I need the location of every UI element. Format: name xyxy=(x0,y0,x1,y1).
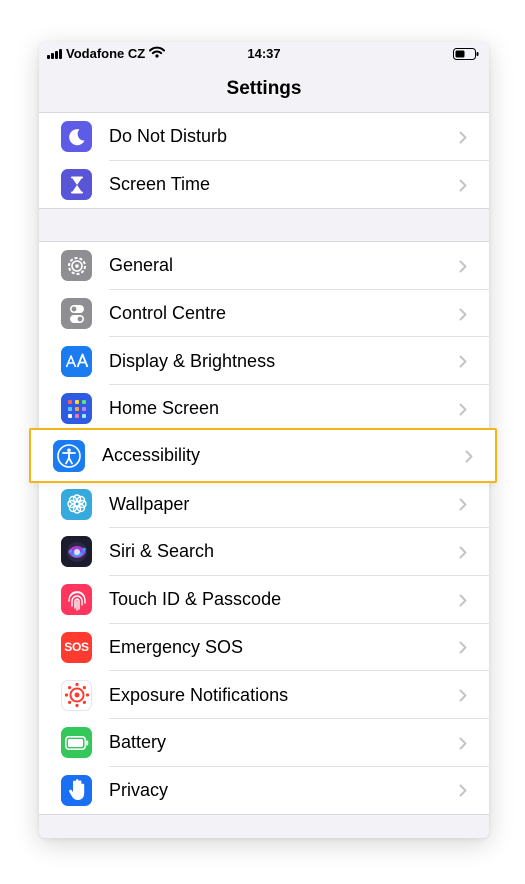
chevron-right-icon xyxy=(459,498,467,511)
sos-icon: SOS xyxy=(61,631,92,663)
chevron-right-icon xyxy=(459,131,467,144)
chevron-right-icon xyxy=(459,641,467,654)
text-size-icon xyxy=(61,345,92,377)
chevron-right-icon xyxy=(459,355,467,368)
row-label: Do Not Disturb xyxy=(109,126,228,147)
row-label: Home Screen xyxy=(109,398,220,419)
settings-group-focus: Do Not Disturb Screen Time xyxy=(39,112,489,210)
row-label: Privacy xyxy=(109,779,169,800)
chevron-right-icon xyxy=(459,179,467,192)
battery-indicator-icon xyxy=(453,48,479,63)
row-label: Emergency SOS xyxy=(109,636,244,657)
settings-row-do-not-disturb[interactable]: Do Not Disturb xyxy=(39,113,489,161)
row-label: Touch ID & Passcode xyxy=(109,589,282,610)
battery-icon xyxy=(61,727,92,759)
sos-icon-text: SOS xyxy=(64,640,89,655)
gear-icon xyxy=(61,250,92,282)
chevron-right-icon xyxy=(459,594,467,607)
settings-row-battery[interactable]: Battery xyxy=(39,719,489,767)
toggles-icon xyxy=(61,298,92,330)
row-label: Display & Brightness xyxy=(109,350,276,371)
settings-row-home-screen[interactable]: Home Screen xyxy=(39,385,489,433)
clock: 14:37 xyxy=(247,46,281,61)
row-label: Accessibility xyxy=(102,445,201,465)
settings-row-display-brightness[interactable]: Display & Brightness xyxy=(39,337,489,386)
chevron-right-icon xyxy=(459,403,467,416)
settings-row-emergency-sos[interactable]: SOS Emergency SOS xyxy=(39,624,489,672)
settings-row-exposure-notifications[interactable]: Exposure Notifications xyxy=(39,671,489,719)
row-label: Wallpaper xyxy=(109,493,190,514)
siri-icon xyxy=(61,536,92,568)
settings-row-touch-id-passcode[interactable]: Touch ID & Passcode xyxy=(39,576,489,624)
hourglass-icon xyxy=(61,169,92,201)
chevron-right-icon xyxy=(459,737,467,750)
exposure-icon xyxy=(61,679,92,711)
settings-row-privacy[interactable]: Privacy xyxy=(39,767,489,815)
row-label: Siri & Search xyxy=(109,541,215,562)
row-label: Screen Time xyxy=(109,174,211,195)
chevron-right-icon xyxy=(459,308,467,321)
settings-row-screen-time[interactable]: Screen Time xyxy=(39,161,489,209)
fingerprint-icon xyxy=(61,584,92,616)
chevron-right-icon xyxy=(465,450,473,463)
chevron-right-icon xyxy=(459,784,467,797)
hand-icon xyxy=(61,774,92,806)
settings-row-siri-search[interactable]: Siri & Search xyxy=(39,528,489,576)
settings-row-general[interactable]: General xyxy=(39,242,489,290)
settings-row-control-centre[interactable]: Control Centre xyxy=(39,290,489,338)
settings-group-general: General Control Centre Display & Brightn… xyxy=(39,241,489,816)
row-label: Control Centre xyxy=(109,303,227,324)
row-label: Exposure Notifications xyxy=(109,684,289,705)
row-label: Battery xyxy=(109,732,167,753)
settings-row-wallpaper[interactable]: Wallpaper xyxy=(39,480,489,529)
settings-row-accessibility[interactable]: Accessibility xyxy=(29,428,497,483)
status-bar: Vodafone CZ 14:37 xyxy=(39,42,489,66)
flower-icon xyxy=(61,488,92,520)
app-grid-icon xyxy=(61,393,92,425)
row-label: General xyxy=(109,255,174,276)
chevron-right-icon xyxy=(459,546,467,559)
chevron-right-icon xyxy=(459,260,467,273)
page-title: Settings xyxy=(226,78,302,99)
moon-icon xyxy=(61,121,92,153)
accessibility-icon xyxy=(53,440,85,472)
chevron-right-icon xyxy=(459,689,467,702)
